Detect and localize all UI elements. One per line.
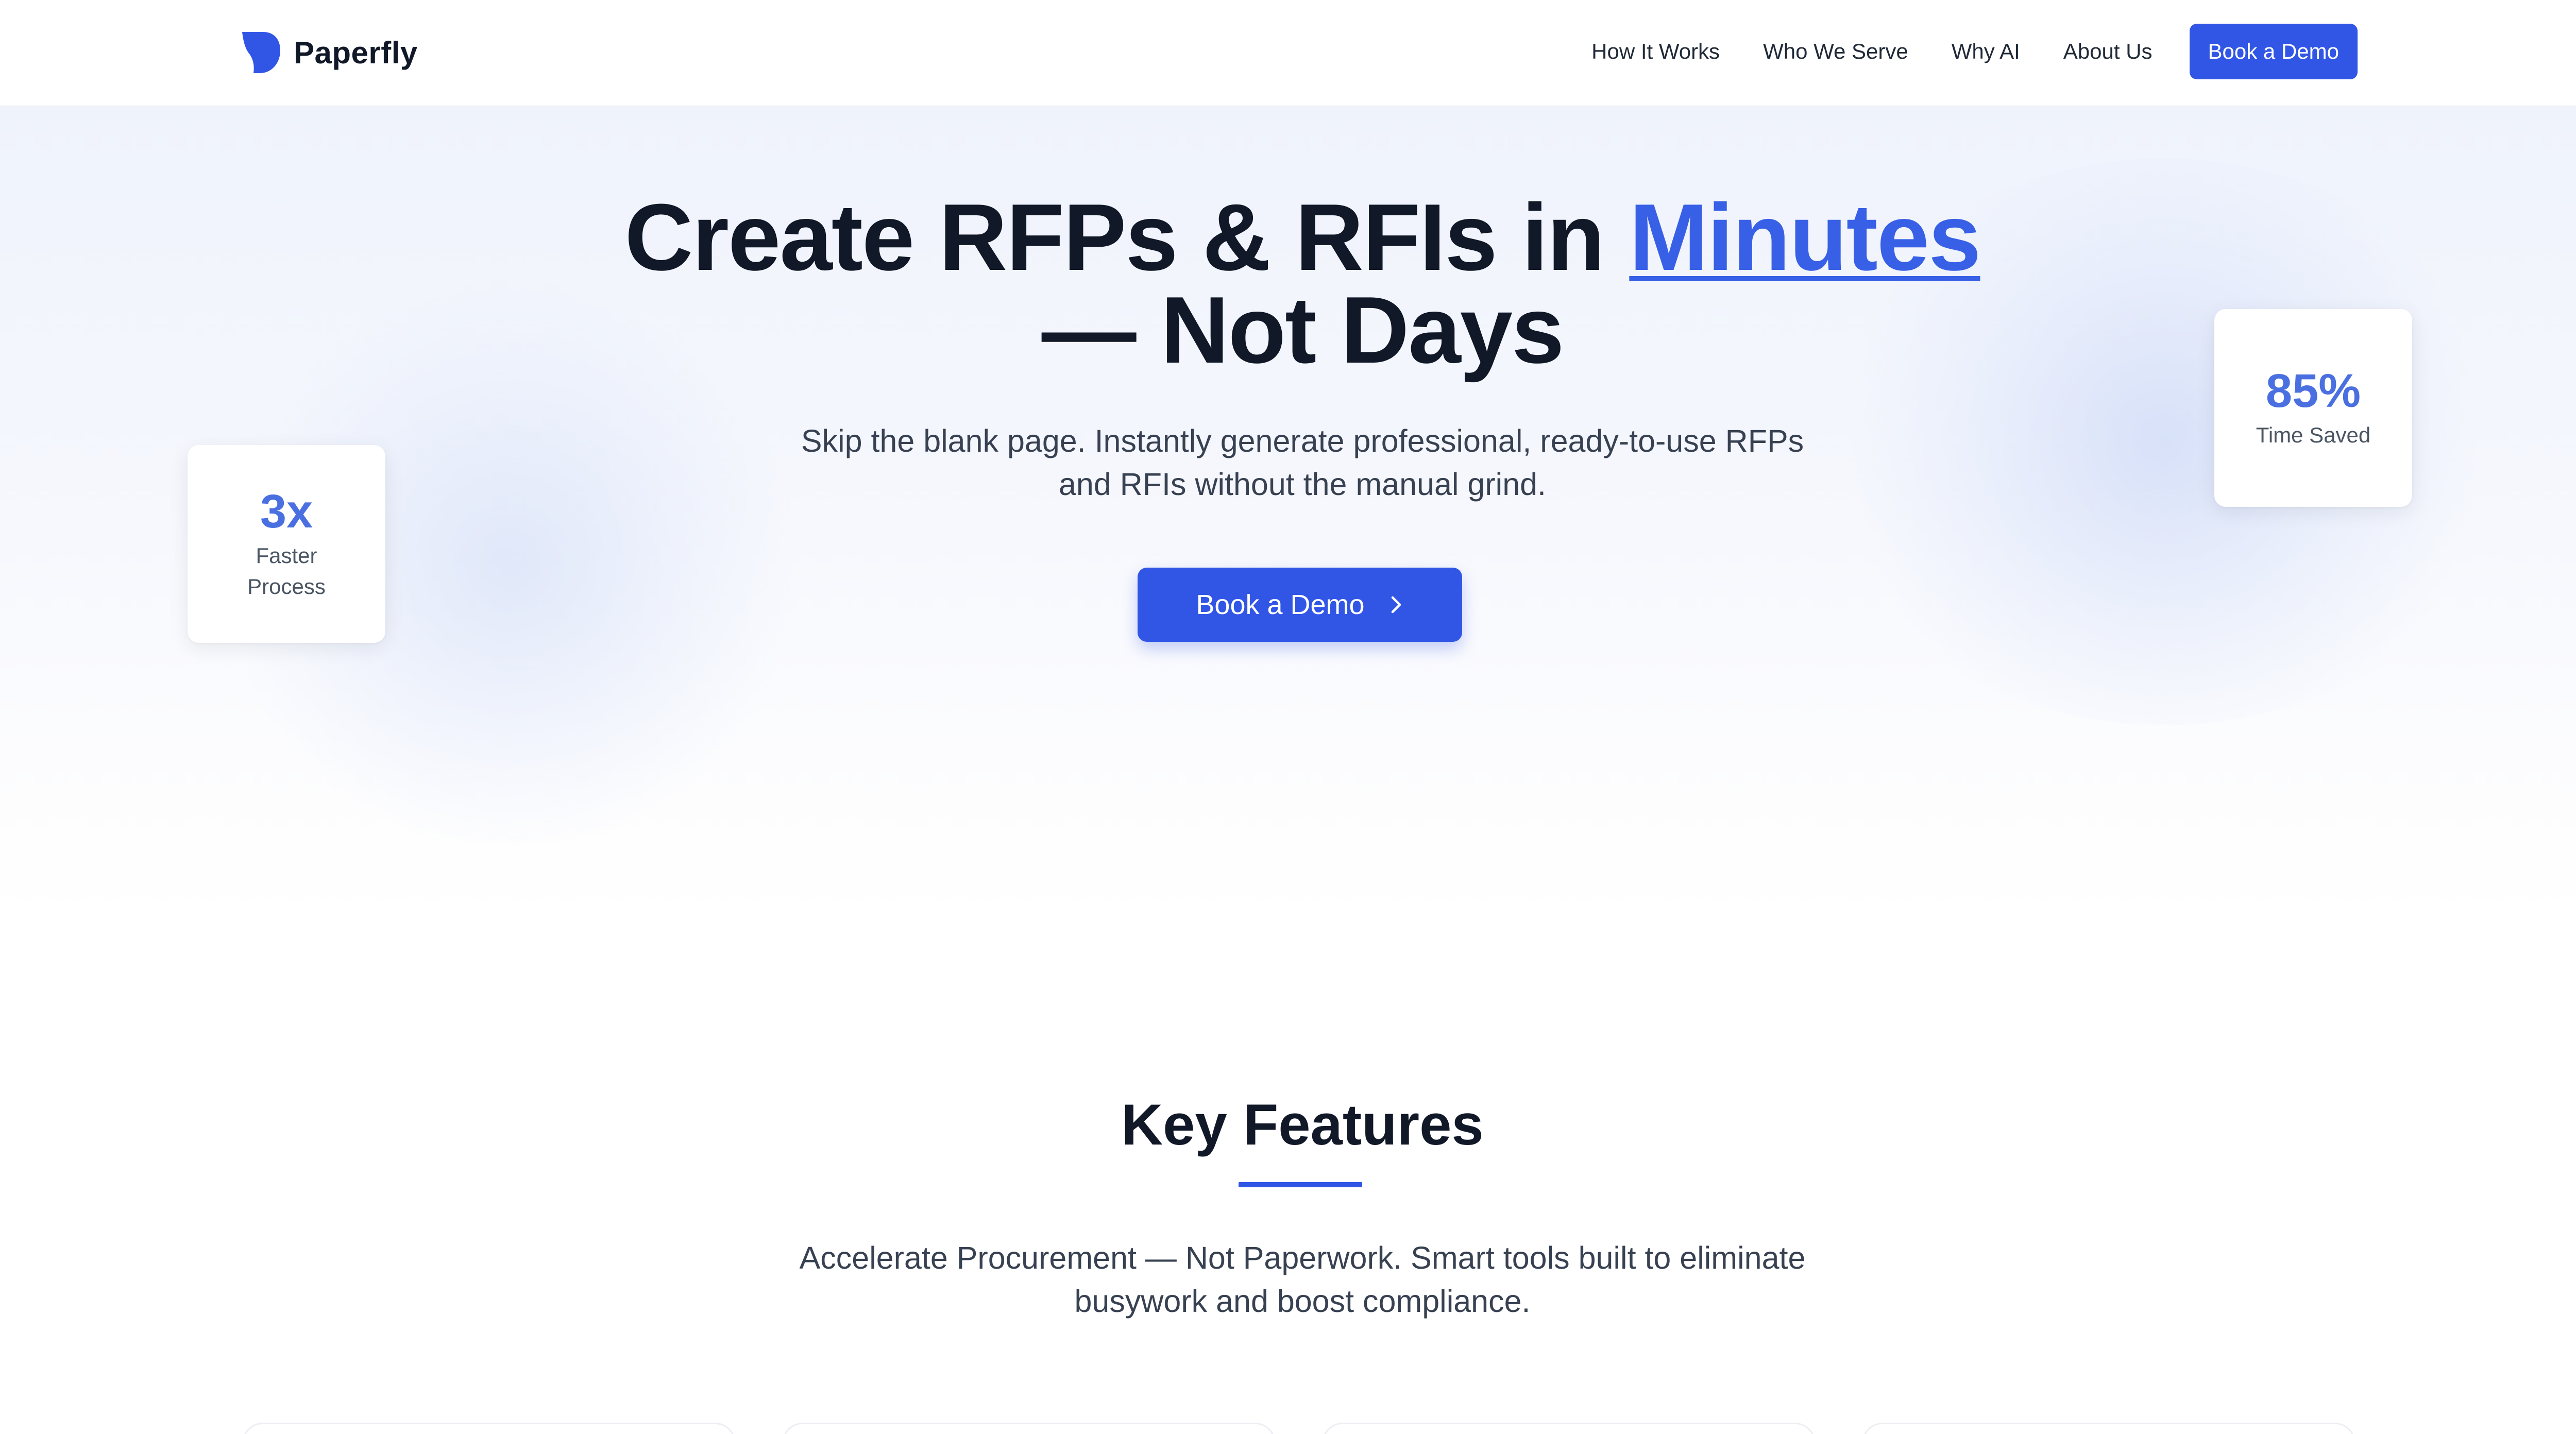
hero-cta-label: Book a Demo: [1196, 589, 1365, 620]
headline-accent-word: Minutes: [1629, 184, 1981, 290]
nav-link-why-ai[interactable]: Why AI: [1952, 39, 2020, 64]
headline-part-1: Create RFPs & RFIs in: [624, 184, 1630, 290]
stat-value: 3x: [260, 485, 313, 538]
nav-link-how-it-works[interactable]: How It Works: [1591, 39, 1720, 64]
hero-headline: Create RFPs & RFIs in Minutes — Not Days: [427, 190, 2178, 377]
stat-label: Faster Process: [247, 543, 326, 599]
feature-card: [1862, 1423, 2355, 1434]
paperfly-logo-icon: [242, 32, 280, 73]
top-navigation: Paperfly How It Works Who We Serve Why A…: [0, 0, 2576, 107]
hero-book-demo-button[interactable]: Book a Demo: [1138, 568, 1462, 642]
nav-link-about-us[interactable]: About Us: [2063, 39, 2153, 64]
stat-card-time-saved: 85% Time Saved: [2214, 309, 2412, 507]
nav-links: How It Works Who We Serve Why AI About U…: [1548, 24, 2358, 79]
logo-link[interactable]: Paperfly: [242, 27, 418, 78]
nav-link-who-we-serve[interactable]: Who We Serve: [1763, 39, 1908, 64]
stat-value: 85%: [2265, 365, 2361, 417]
feature-card: [242, 1423, 736, 1434]
hero-subheading: Skip the blank page. Instantly generate …: [801, 423, 1804, 502]
nav-book-demo-button[interactable]: Book a Demo: [2189, 24, 2358, 79]
features-divider: [1239, 1182, 1362, 1187]
feature-card: [1322, 1423, 1816, 1434]
stat-label: Time Saved: [2256, 423, 2371, 447]
headline-part-2: — Not Days: [1041, 277, 1565, 383]
stat-card-faster-process: 3x Faster Process: [188, 445, 385, 643]
features-title: Key Features: [1121, 1092, 1484, 1157]
features-subtitle: Accelerate Procurement — Not Paperwork. …: [799, 1240, 1806, 1319]
brand-name: Paperfly: [294, 35, 418, 70]
feature-card: [782, 1423, 1276, 1434]
chevron-right-icon: [1391, 596, 1401, 613]
landing-page: Paperfly How It Works Who We Serve Why A…: [0, 0, 2576, 1434]
